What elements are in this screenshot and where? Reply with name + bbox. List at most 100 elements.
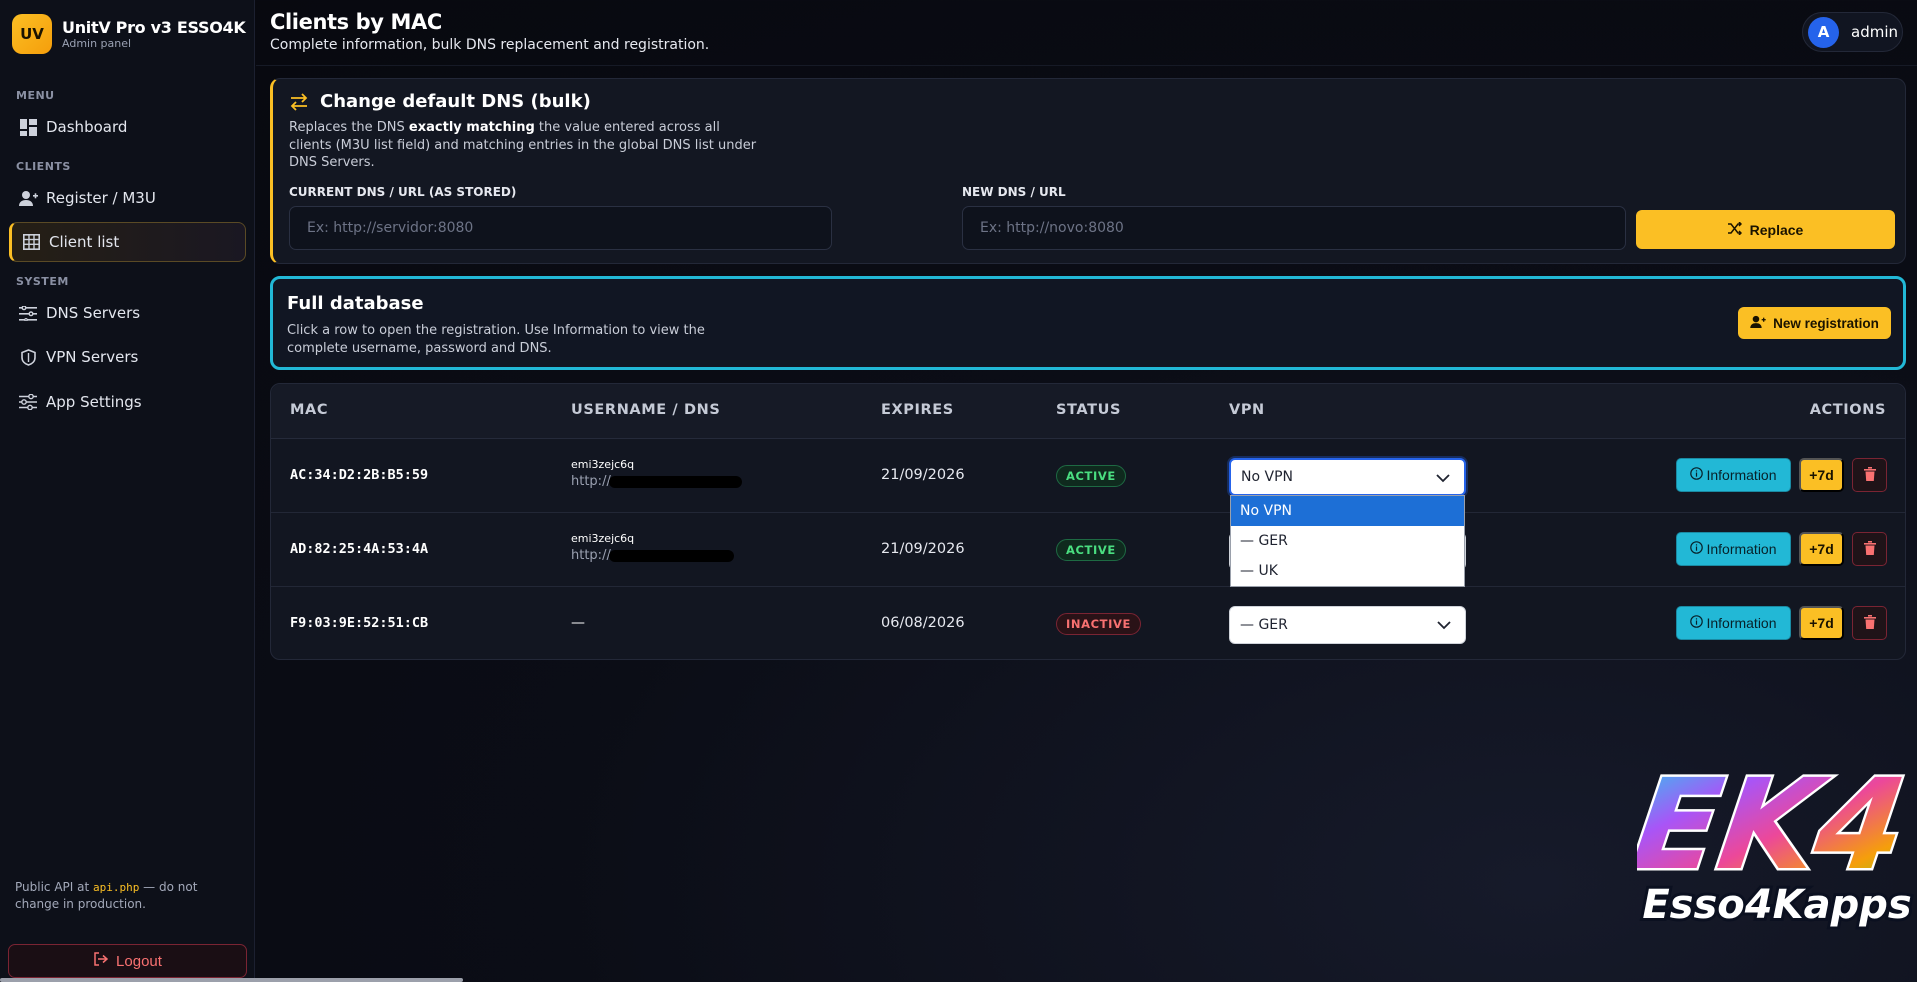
dns-url: http://	[571, 548, 611, 563]
swap-icon	[289, 93, 309, 115]
user-name: admin	[1851, 23, 1898, 41]
column-header-status: STATUS	[1056, 402, 1122, 418]
info-icon	[1690, 615, 1704, 631]
extend-7d-button[interactable]: +7d	[1799, 458, 1844, 492]
full-database-title: Full database	[287, 293, 424, 314]
extend-7d-button[interactable]: +7d	[1799, 532, 1844, 566]
redaction-mark	[609, 476, 742, 488]
full-database-card: Full database Click a row to open the re…	[270, 276, 1906, 370]
dns-url: http://	[571, 474, 611, 489]
sidebar-item-vpn-servers[interactable]: VPN Servers	[9, 337, 246, 377]
new-registration-button[interactable]: New registration	[1738, 307, 1891, 339]
status-badge: ACTIVE	[1056, 539, 1126, 561]
chevron-down-icon	[1436, 471, 1450, 487]
information-button[interactable]: Information	[1676, 606, 1791, 640]
page-subtitle: Complete information, bulk DNS replaceme…	[270, 37, 710, 53]
sidebar-item-label: VPN Servers	[46, 348, 139, 366]
sidebar-item-app-settings[interactable]: App Settings	[9, 382, 246, 422]
table-row[interactable]: AC:34:D2:2B:B5:59 emi3zejc6q http:// 21/…	[271, 440, 1905, 513]
vpn-select[interactable]: No VPN	[1229, 458, 1466, 496]
sidebar: UV UnitV Pro v3 ESSO4K Admin panel MENU …	[0, 0, 463, 982]
info-icon	[1690, 541, 1704, 557]
sidebar-item-label: DNS Servers	[46, 304, 141, 322]
page-title: Clients by MAC	[270, 10, 442, 34]
vpn-selected-value: No VPN	[1241, 469, 1293, 485]
logout-button[interactable]: Logout	[8, 944, 247, 978]
info-icon	[1690, 467, 1704, 483]
sidebar-item-label: Client list	[49, 233, 120, 251]
row-actions: Information +7d	[1676, 532, 1887, 566]
vpn-selected-value: — GER	[1240, 617, 1288, 633]
esso4kapps-logo: EK4 Esso4Kapps	[1622, 738, 1917, 982]
new-dns-label: NEW DNS / URL	[962, 185, 1066, 199]
brand-logo: UV	[12, 14, 52, 54]
current-dns-input[interactable]	[289, 206, 832, 250]
vpn-option-ger[interactable]: — GER	[1231, 526, 1464, 556]
information-button[interactable]: Information	[1676, 532, 1791, 566]
redaction-mark	[609, 550, 734, 562]
bulk-dns-card: Change default DNS (bulk) Replaces the D…	[270, 78, 1906, 264]
brand-title: UnitV Pro v3 ESSO4K	[62, 18, 246, 37]
sidebar-item-label: App Settings	[46, 393, 142, 411]
header: Clients by MAC Complete information, bul…	[256, 0, 1917, 66]
user-menu[interactable]: A admin	[1802, 12, 1903, 52]
vpn-option-uk[interactable]: — UK	[1231, 556, 1464, 586]
vpn-option-none[interactable]: No VPN	[1231, 496, 1464, 526]
sidebar-item-client-list[interactable]: Client list	[9, 222, 246, 262]
column-header-vpn: VPN	[1229, 402, 1265, 418]
section-label-system: SYSTEM	[16, 275, 69, 288]
sidebar-item-dashboard[interactable]: Dashboard	[9, 107, 246, 147]
horizontal-scrollbar[interactable]	[0, 978, 463, 982]
table-header: MAC USERNAME / DNS EXPIRES STATUS VPN AC…	[271, 384, 1905, 439]
column-header-mac: MAC	[290, 402, 329, 418]
mac-address: AD:82:25:4A:53:4A	[290, 541, 429, 557]
expiry-date: 21/09/2026	[881, 467, 965, 483]
sidebar-item-label: Register / M3U	[46, 189, 156, 207]
user-plus-icon	[18, 188, 38, 208]
full-database-description: Click a row to open the registration. Us…	[287, 323, 705, 356]
trash-icon	[1863, 466, 1876, 484]
brand-subtitle: Admin panel	[62, 37, 132, 50]
clients-table: MAC USERNAME / DNS EXPIRES STATUS VPN AC…	[270, 383, 1906, 660]
row-actions: Information +7d	[1676, 458, 1887, 492]
avatar: A	[1808, 16, 1839, 48]
delete-button[interactable]	[1852, 532, 1887, 566]
user-plus-icon	[1750, 315, 1766, 331]
extend-7d-button[interactable]: +7d	[1799, 606, 1844, 640]
column-header-actions: ACTIONS	[1809, 402, 1886, 418]
table-icon	[21, 232, 41, 252]
chevron-down-icon	[1437, 618, 1451, 634]
expiry-date: 06/08/2026	[881, 615, 965, 631]
sidebar-item-label: Dashboard	[46, 118, 128, 136]
bulk-dns-description: Replaces the DNS exactly matching the va…	[289, 120, 757, 170]
shuffle-icon	[1727, 220, 1742, 238]
current-dns-label: CURRENT DNS / URL (AS STORED)	[289, 185, 517, 199]
server-icon	[18, 303, 38, 323]
logo-top-text: EK4	[1637, 752, 1915, 898]
column-header-username: USERNAME / DNS	[571, 402, 721, 418]
replace-button[interactable]: Replace	[1636, 210, 1895, 249]
logo-bottom-text: Esso4Kapps	[1642, 882, 1911, 928]
sidebar-item-dns-servers[interactable]: DNS Servers	[9, 293, 246, 333]
username: —	[571, 615, 585, 631]
dashboard-icon	[18, 117, 38, 137]
mac-address: F9:03:9E:52:51:CB	[290, 615, 429, 631]
new-dns-input[interactable]	[962, 206, 1626, 250]
brand[interactable]: UV UnitV Pro v3 ESSO4K Admin panel	[12, 14, 246, 54]
table-row[interactable]: F9:03:9E:52:51:CB — 06/08/2026 INACTIVE …	[271, 588, 1905, 661]
trash-icon	[1863, 540, 1876, 558]
shield-icon	[18, 347, 38, 367]
row-actions: Information +7d	[1676, 606, 1887, 640]
username: emi3zejc6q	[571, 532, 635, 545]
username: emi3zejc6q	[571, 458, 635, 471]
delete-button[interactable]	[1852, 606, 1887, 640]
logout-icon	[93, 952, 109, 970]
section-label-menu: MENU	[16, 89, 55, 102]
information-button[interactable]: Information	[1676, 458, 1791, 492]
table-row[interactable]: AD:82:25:4A:53:4A emi3zejc6q http:// 21/…	[271, 514, 1905, 587]
sidebar-item-register[interactable]: Register / M3U	[9, 178, 246, 218]
delete-button[interactable]	[1852, 458, 1887, 492]
vpn-select[interactable]: — GER	[1229, 606, 1466, 644]
logout-label: Logout	[116, 952, 162, 970]
status-badge: ACTIVE	[1056, 465, 1126, 487]
